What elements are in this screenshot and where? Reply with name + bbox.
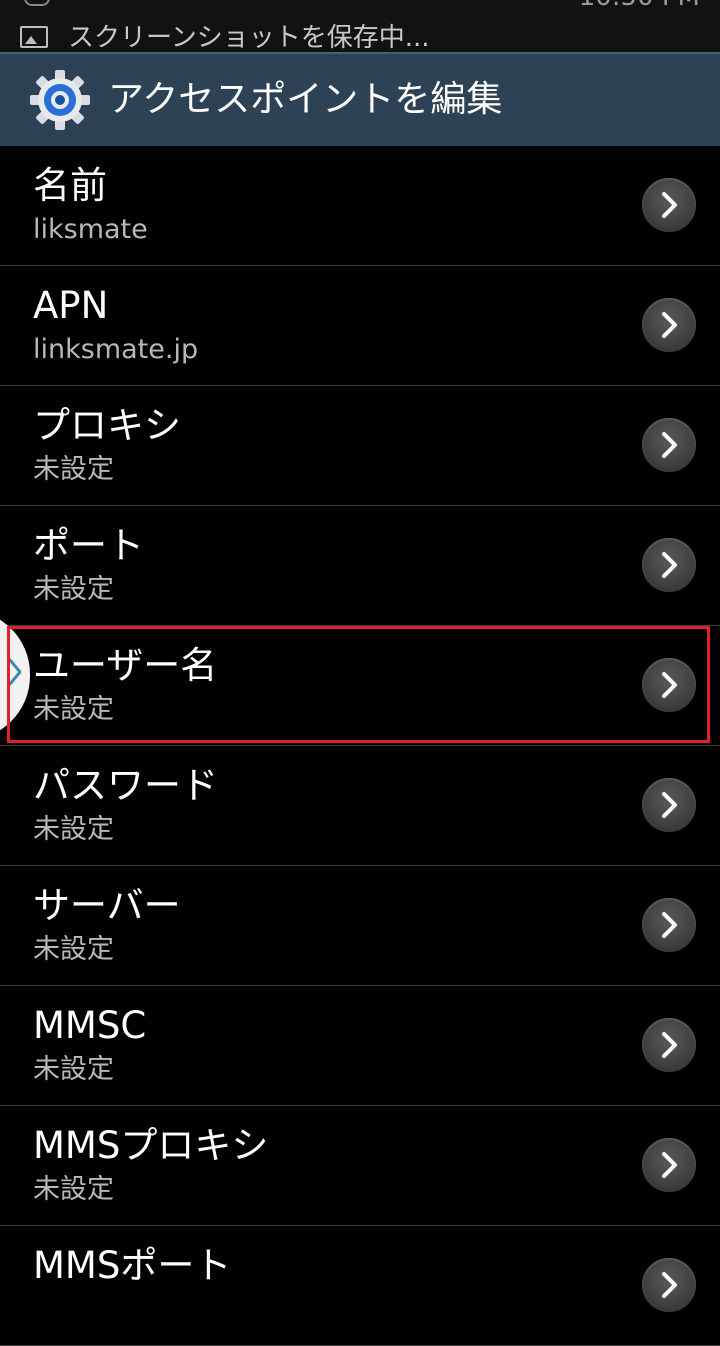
item-value: 未設定 <box>33 1054 114 1085</box>
item-label: パスワード <box>33 764 218 807</box>
chevron-right-icon[interactable] <box>642 1018 696 1072</box>
list-item-mms-port[interactable]: MMSポート <box>0 1226 720 1346</box>
item-label: サーバー <box>33 884 181 927</box>
item-value: 未設定 <box>33 1174 114 1205</box>
chevron-right-icon[interactable] <box>642 178 696 232</box>
chevron-right-icon[interactable] <box>642 298 696 352</box>
item-value: 未設定 <box>33 454 114 485</box>
chevron-right-icon[interactable] <box>642 778 696 832</box>
list-item-name[interactable]: 名前 liksmate <box>0 146 720 266</box>
item-value: 未設定 <box>33 574 114 605</box>
item-label: ユーザー名 <box>33 644 218 687</box>
settings-gear-icon <box>28 68 92 132</box>
chevron-right-icon[interactable] <box>642 1258 696 1312</box>
chevron-right-icon[interactable] <box>642 538 696 592</box>
item-label: プロキシ <box>33 404 181 447</box>
item-value: 未設定 <box>33 934 114 965</box>
list-item-mmsc[interactable]: MMSC 未設定 <box>0 986 720 1106</box>
list-item-mms-proxy[interactable]: MMSプロキシ 未設定 <box>0 1106 720 1226</box>
list-item-password[interactable]: パスワード 未設定 <box>0 746 720 866</box>
chevron-right-icon[interactable] <box>642 658 696 712</box>
chevron-right-icon[interactable] <box>642 418 696 472</box>
item-label: MMSC <box>33 1004 147 1047</box>
item-value: liksmate <box>33 214 148 245</box>
page-title: アクセスポイントを編集 <box>108 79 503 120</box>
item-label: MMSポート <box>33 1244 232 1287</box>
notification-small-icon <box>24 0 50 6</box>
apn-settings-list: 名前 liksmate APN linksmate.jp プロキシ 未設定 ポー… <box>0 146 720 1346</box>
list-item-proxy[interactable]: プロキシ 未設定 <box>0 386 720 506</box>
item-label: MMSプロキシ <box>33 1124 269 1167</box>
item-value: 未設定 <box>33 694 114 725</box>
gallery-icon <box>20 26 48 48</box>
item-label: APN <box>33 284 109 327</box>
notification-text: スクリーンショットを保存中... <box>68 23 430 52</box>
list-item-username[interactable]: ユーザー名 未設定 <box>0 626 720 746</box>
clock-clipped: 10:50 PM <box>579 0 700 12</box>
item-value: linksmate.jp <box>33 334 199 365</box>
item-label: ポート <box>33 524 144 567</box>
title-bar: アクセスポイントを編集 <box>0 52 720 146</box>
chevron-right-icon[interactable] <box>642 898 696 952</box>
status-bar: 10:50 PM スクリーンショットを保存中... <box>0 0 720 52</box>
list-item-apn[interactable]: APN linksmate.jp <box>0 266 720 386</box>
chevron-right-icon[interactable] <box>642 1138 696 1192</box>
item-label: 名前 <box>33 164 107 207</box>
list-item-server[interactable]: サーバー 未設定 <box>0 866 720 986</box>
list-item-port[interactable]: ポート 未設定 <box>0 506 720 626</box>
item-value: 未設定 <box>33 814 114 845</box>
